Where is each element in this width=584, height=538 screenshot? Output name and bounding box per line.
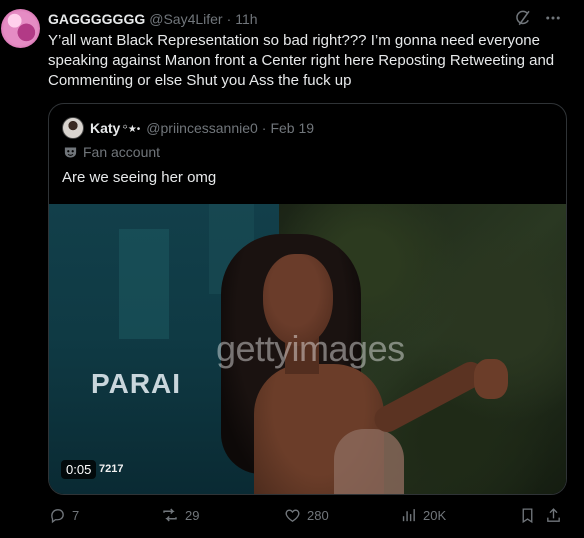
action-bar: 7 29 280 20K [48, 506, 570, 528]
fan-account-text: Fan account [83, 144, 161, 160]
tweet-text: Y’all want Black Representation so bad r… [48, 32, 559, 89]
quote-separator: · [261, 120, 267, 136]
like-icon [283, 506, 301, 524]
backdrop-text: PARAI [91, 368, 182, 399]
grok-icon[interactable] [514, 9, 532, 27]
tweet[interactable]: GAGGGGGGG @Say4Lifer · 11h Y’all want Bl… [0, 0, 584, 538]
video-player[interactable]: PARAI gettyimages 7217 0:05 [49, 204, 566, 494]
quote-text: Are we seeing her omg [62, 169, 217, 186]
user-handle[interactable]: @Say4Lifer [149, 11, 222, 27]
avatar[interactable] [1, 9, 40, 48]
quoted-tweet[interactable]: Katy ꙳★• @priincessannie0 · Feb 19 Fan a… [48, 103, 567, 495]
header-icons [514, 9, 562, 27]
display-name[interactable]: GAGGGGGGG [48, 11, 145, 27]
mask-icon [62, 144, 78, 160]
share-button[interactable] [544, 506, 562, 524]
tweet-header: GAGGGGGGG @Say4Lifer · 11h [48, 10, 258, 28]
quote-header: Katy ꙳★• @priincessannie0 · Feb 19 [90, 118, 314, 138]
views-button[interactable]: 20K [399, 506, 446, 524]
timestamp[interactable]: 11h [235, 11, 257, 27]
bookmark-icon [518, 506, 536, 524]
fan-account-label: Fan account [62, 144, 160, 160]
views-count: 20K [423, 507, 447, 523]
quote-name-emoji: ꙳★• [122, 124, 141, 135]
quote-date[interactable]: Feb 19 [270, 120, 314, 136]
quote-display-name[interactable]: Katy [90, 120, 120, 136]
quote-handle[interactable]: @priincessannie0 [146, 120, 258, 136]
repost-count: 29 [185, 507, 200, 523]
video-timer: 0:05 [61, 460, 97, 479]
share-icon [544, 506, 562, 524]
reply-icon [48, 506, 66, 524]
repost-icon [161, 506, 179, 524]
separator: · [226, 11, 232, 27]
watermark-id: 7217 [99, 463, 124, 475]
getty-watermark: gettyimages [216, 328, 405, 369]
like-count: 280 [307, 507, 329, 523]
quote-avatar[interactable] [62, 117, 84, 139]
views-icon [399, 506, 417, 524]
bookmark-button[interactable] [518, 506, 536, 524]
repost-button[interactable]: 29 [161, 506, 199, 524]
reply-button[interactable]: 7 [48, 506, 79, 524]
reply-count: 7 [72, 507, 80, 523]
like-button[interactable]: 280 [283, 506, 329, 524]
more-icon[interactable] [544, 9, 562, 27]
